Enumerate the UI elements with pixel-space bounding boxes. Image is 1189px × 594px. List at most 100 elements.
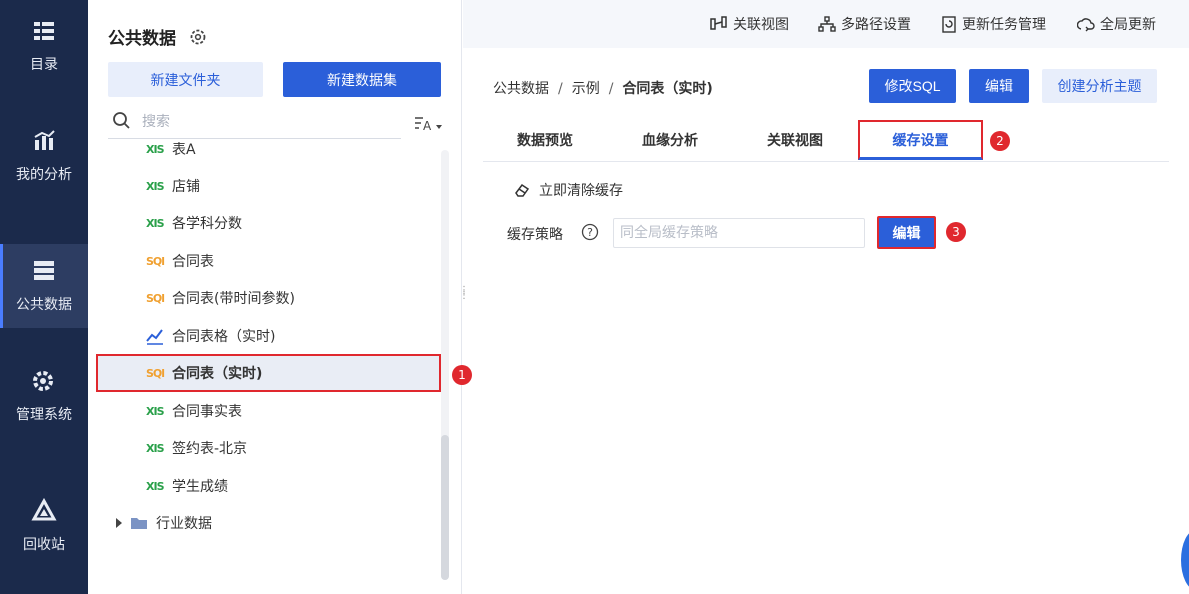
list-item[interactable]: XIS 各学科分数 [96, 204, 441, 242]
chart-icon [34, 130, 55, 150]
list-item-label: 合同表格（实时) [172, 329, 276, 345]
nav-label: 公共数据 [16, 297, 72, 313]
nav-item-admin[interactable]: 管理系统 [0, 354, 88, 438]
update-task-button[interactable]: 更新任务管理 [941, 13, 1046, 35]
edit-cache-strategy-button[interactable]: 编辑 [877, 216, 936, 249]
breadcrumb-separator: / [558, 81, 563, 97]
svg-text:?: ? [587, 226, 593, 239]
list-item-selected[interactable]: SQl 合同表（实时) [96, 354, 441, 392]
task-doc-icon [942, 16, 956, 33]
tree-list: XIS 表A XIS 店铺 XIS 各学科分数 SQl 合同表 SQl 合同表(… [88, 142, 450, 542]
sql-file-icon: SQl [146, 254, 165, 268]
related-view-label: 关联视图 [733, 17, 789, 33]
new-folder-button[interactable]: 新建文件夹 [108, 62, 263, 97]
breadcrumb-mid[interactable]: 示例 [572, 81, 600, 97]
edit-sql-button[interactable]: 修改SQL [869, 69, 956, 103]
top-toolbar: 关联视图 多路径设置 更新任务管理 全局更新 [463, 0, 1189, 48]
list-item[interactable]: SQl 合同表(带时间参数) [96, 279, 441, 317]
list-item[interactable]: 合同表格（实时) [96, 317, 441, 355]
list-icon [34, 22, 54, 40]
list-item-label: 合同事实表 [172, 404, 242, 420]
svg-text:A: A [423, 119, 432, 133]
excel-file-icon: XIS [146, 216, 165, 230]
global-update-button[interactable]: 全局更新 [1077, 13, 1156, 35]
folder-label: 行业数据 [156, 516, 212, 532]
settings-gear-icon[interactable] [189, 28, 207, 46]
list-item-label: 合同表(带时间参数) [172, 291, 295, 307]
list-item[interactable]: XIS 签约表-北京 [96, 429, 441, 467]
nav-item-catalog[interactable]: 目录 [0, 4, 88, 88]
tab-related-view[interactable]: 关联视图 [753, 120, 837, 160]
global-update-label: 全局更新 [1100, 17, 1156, 33]
breadcrumb-separator: / [608, 81, 614, 97]
cloud-refresh-icon [1077, 18, 1095, 32]
list-item-label: 合同表（实时) [172, 366, 263, 382]
excel-file-icon: XIS [146, 479, 165, 493]
multi-path-button[interactable]: 多路径设置 [818, 13, 911, 35]
tab-data-preview[interactable]: 数据预览 [503, 120, 587, 160]
excel-file-icon: XIS [146, 179, 165, 193]
search-box [108, 108, 401, 139]
nav-label: 我的分析 [16, 167, 72, 183]
database-icon [34, 261, 54, 280]
list-item[interactable]: XIS 合同事实表 [96, 392, 441, 430]
excel-file-icon: XIS [146, 441, 165, 455]
nav-item-public-data[interactable]: 公共数据 [0, 244, 88, 328]
clear-cache-label: 立即清除缓存 [539, 183, 623, 199]
breadcrumb-root[interactable]: 公共数据 [493, 81, 549, 97]
excel-file-icon: XIS [146, 404, 165, 418]
step-badge-2: 2 [990, 131, 1010, 151]
panel-title: 公共数据 [108, 29, 176, 49]
new-dataset-button[interactable]: 新建数据集 [283, 62, 441, 97]
gear-icon [33, 371, 53, 391]
nav-label: 管理系统 [16, 407, 72, 423]
expand-caret-icon[interactable] [116, 518, 122, 528]
breadcrumb: 公共数据 / 示例 / 合同表（实时) [493, 78, 713, 98]
recycle-icon [31, 498, 57, 521]
hierarchy-icon [818, 16, 836, 32]
list-item[interactable]: XIS 店铺 [96, 167, 441, 205]
nav-item-recycle[interactable]: 回收站 [0, 484, 88, 568]
sql-file-icon: SQl [146, 366, 165, 380]
folder-item[interactable]: 行业数据 [96, 504, 441, 542]
scrollbar-thumb[interactable] [441, 435, 449, 580]
data-tree-panel: 公共数据 新建文件夹 新建数据集 A XIS 表A XIS 店铺 XIS 各学科… [88, 0, 462, 594]
list-item-label: 合同表 [172, 254, 214, 270]
list-item-label: 学生成绩 [172, 479, 228, 495]
search-icon [113, 112, 130, 129]
multi-path-label: 多路径设置 [841, 17, 911, 33]
excel-file-icon: XIS [146, 142, 165, 156]
sort-icon[interactable]: A [413, 113, 445, 135]
help-icon[interactable]: ? [581, 223, 599, 241]
sql-file-icon: SQl [146, 291, 165, 305]
tab-lineage[interactable]: 血缘分析 [628, 120, 712, 160]
related-view-button[interactable]: 关联视图 [710, 13, 789, 35]
tab-cache-settings[interactable]: 缓存设置 [858, 120, 983, 160]
folder-icon [131, 518, 147, 529]
list-item-label: 各学科分数 [172, 216, 242, 232]
nav-item-my-analysis[interactable]: 我的分析 [0, 114, 88, 198]
breadcrumb-current: 合同表（实时) [622, 81, 713, 97]
list-item[interactable]: SQl 合同表 [96, 242, 441, 280]
related-view-icon [710, 16, 727, 30]
list-item[interactable]: XIS 学生成绩 [96, 467, 441, 505]
list-item-label: 签约表-北京 [172, 441, 248, 457]
tab-bar: 数据预览 血缘分析 关联视图 缓存设置 [483, 120, 1169, 162]
floating-assistant-button[interactable] [1181, 530, 1189, 590]
step-badge-3: 3 [946, 222, 966, 242]
nav-label: 回收站 [23, 537, 65, 553]
update-task-label: 更新任务管理 [962, 17, 1046, 33]
list-item-label: 店铺 [172, 179, 200, 195]
splitter-handle[interactable]: ⋮ ⋮ [459, 286, 469, 304]
eraser-icon [515, 183, 530, 197]
search-input[interactable] [140, 110, 390, 134]
clear-cache-button[interactable]: 立即清除缓存 [513, 180, 623, 200]
cache-strategy-input[interactable] [613, 218, 865, 248]
list-item[interactable]: XIS 表A [96, 142, 441, 168]
create-topic-button[interactable]: 创建分析主题 [1042, 69, 1157, 103]
nav-label: 目录 [30, 57, 58, 73]
line-chart-icon [146, 329, 163, 345]
step-badge-1: 1 [452, 365, 472, 385]
edit-button[interactable]: 编辑 [969, 69, 1029, 103]
cache-strategy-label: 缓存策略 [507, 227, 563, 243]
